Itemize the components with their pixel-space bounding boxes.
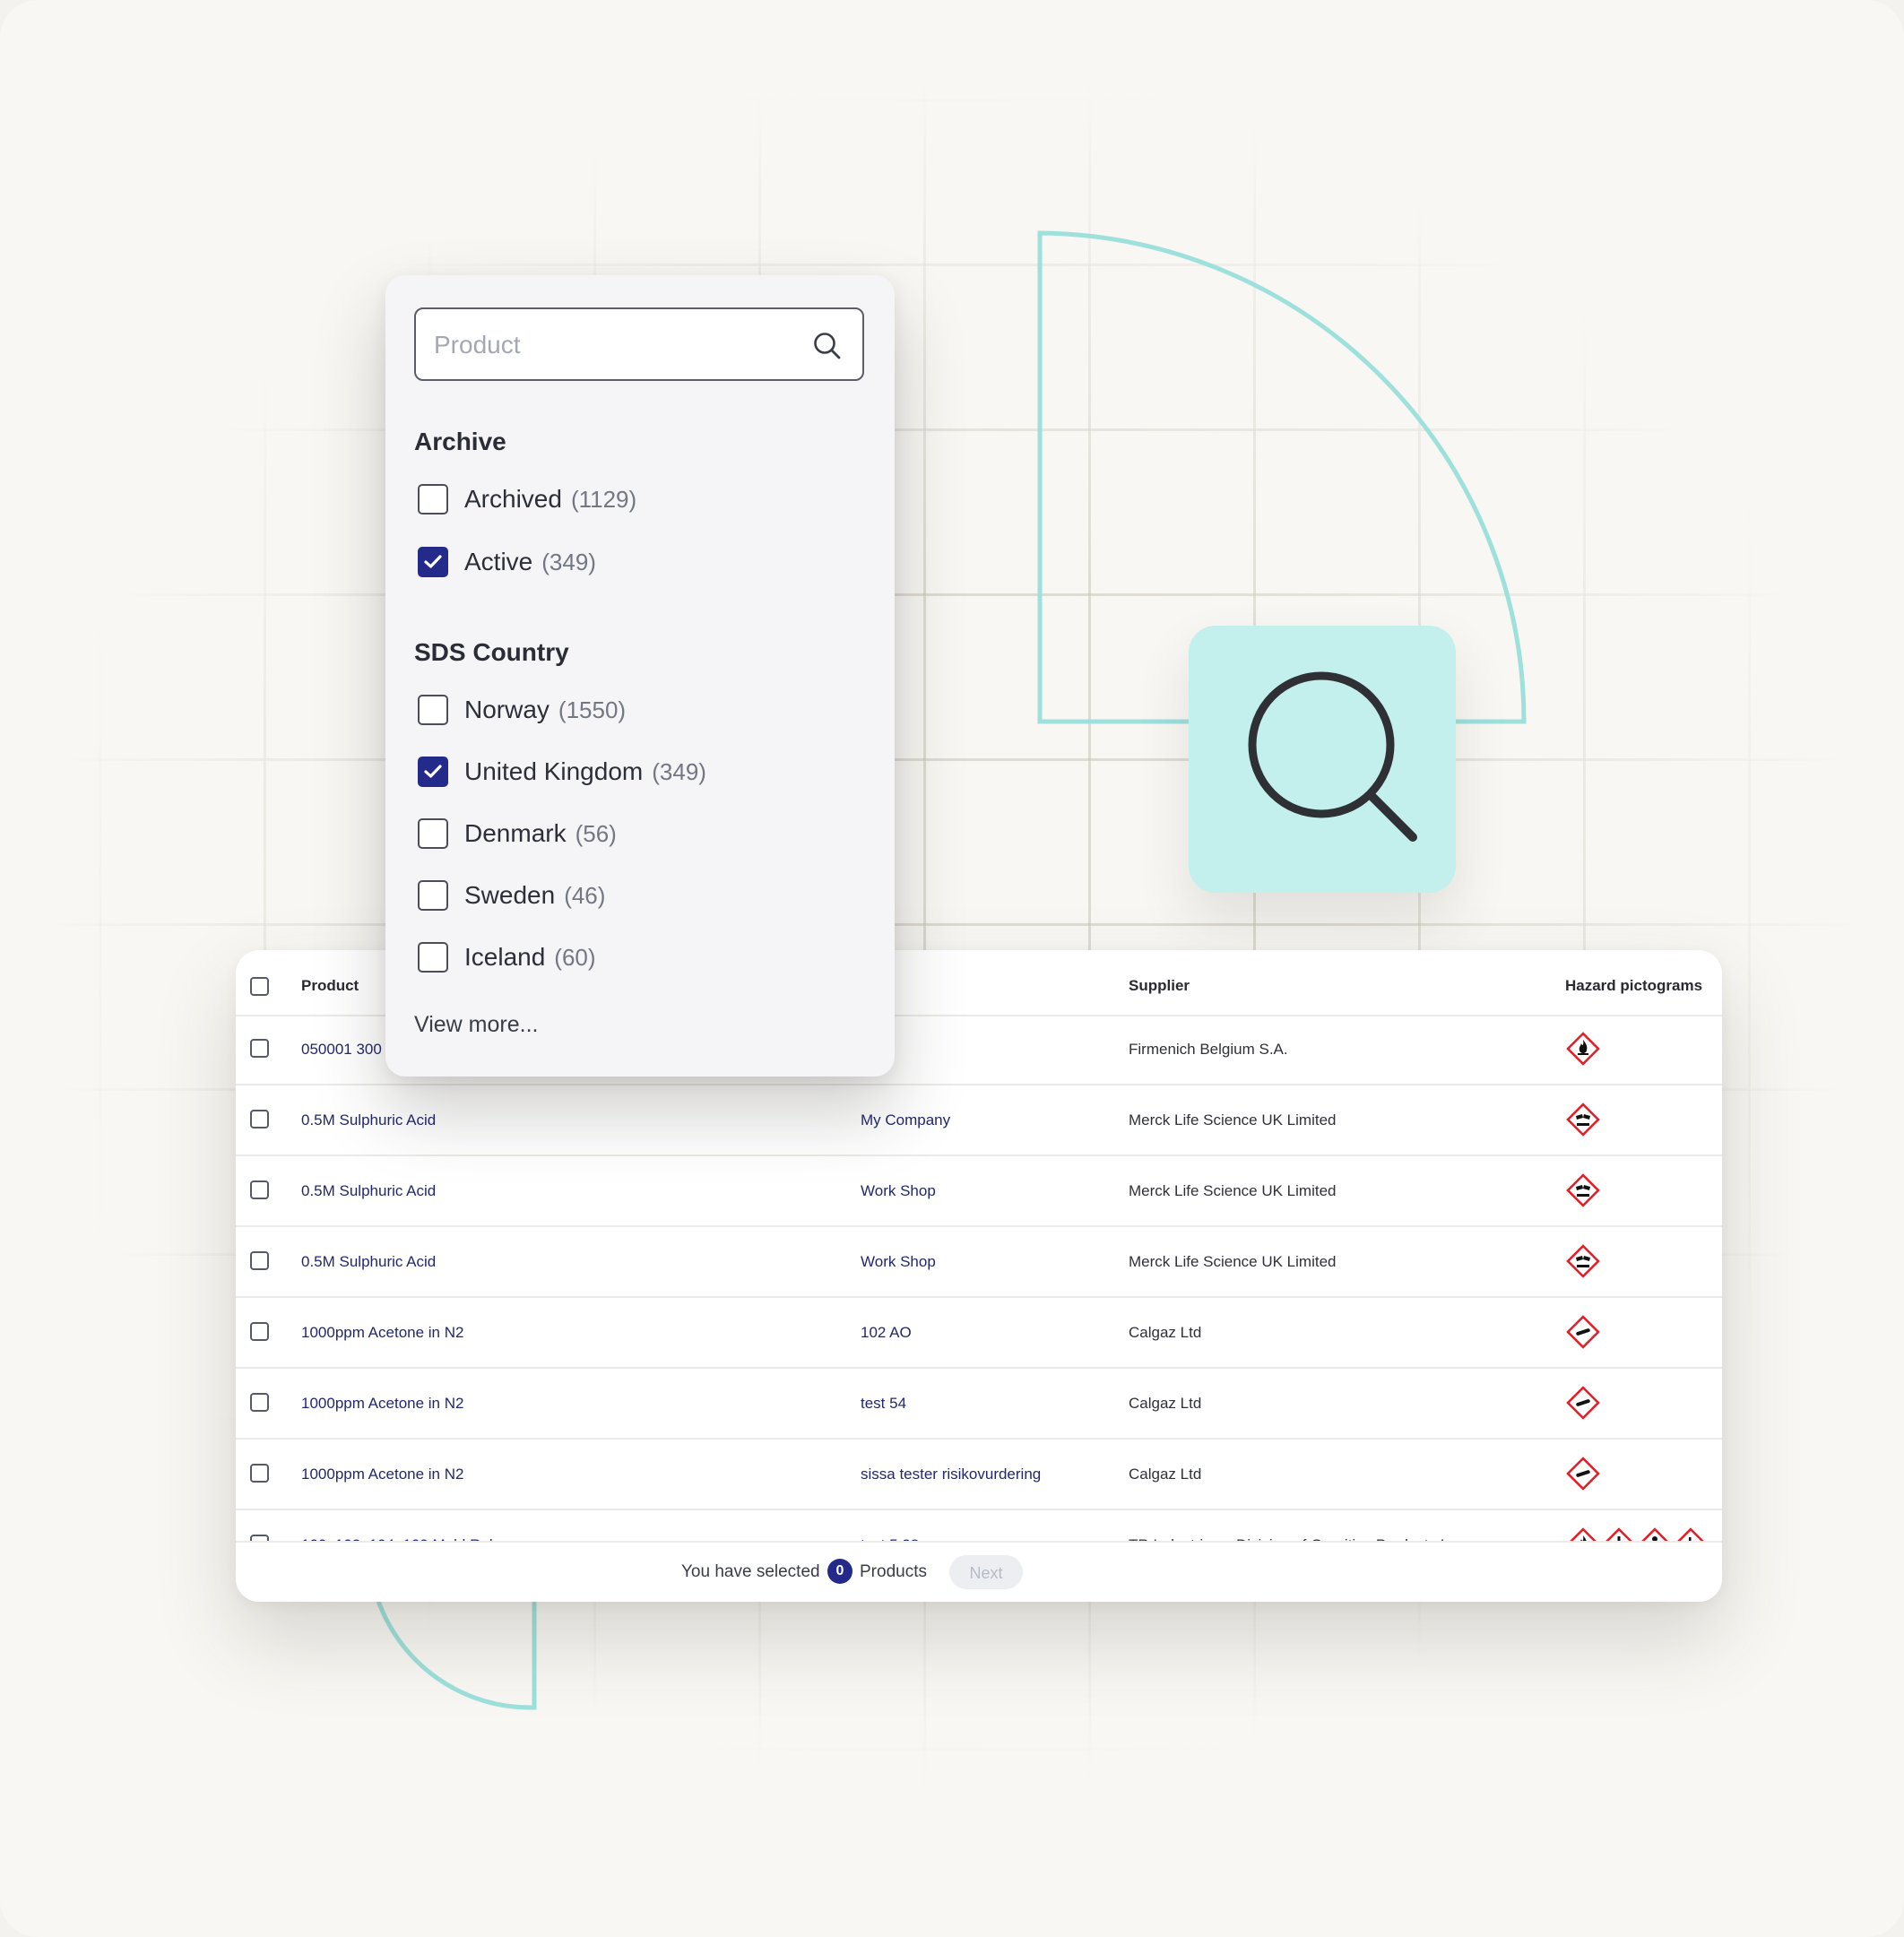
corrosive-pictogram-icon [1565, 1172, 1601, 1208]
filter-option-label: Sweden (46) [464, 878, 605, 913]
location-link[interactable]: My Company [861, 1085, 1112, 1154]
filter-option-name: Denmark [464, 819, 567, 847]
next-button[interactable]: Next [949, 1555, 1023, 1589]
filter-option-name: Active [464, 548, 533, 575]
product-name-link[interactable]: 0.5M Sulphuric Acid [301, 1085, 803, 1154]
corrosive-pictogram-icon [1565, 1102, 1601, 1137]
filter-option-label: Denmark (56) [464, 816, 617, 852]
filter-panel: Archive Archived (1129) Active (349) SDS Co… [385, 275, 895, 1077]
filter-checkbox[interactable] [418, 695, 448, 725]
filter-checkbox[interactable] [418, 484, 448, 515]
filter-option-label: Iceland (60) [464, 939, 596, 975]
magnifier-tile [1189, 626, 1456, 893]
table-row[interactable]: 0.5M Sulphuric Acid Work Shop Merck Life S… [236, 1227, 1722, 1298]
filter-checkbox[interactable] [418, 818, 448, 849]
column-header-product[interactable]: Product [301, 950, 359, 1015]
table-row[interactable]: 1000ppm Acetone in N2 test 54 Calgaz Ltd [236, 1369, 1722, 1440]
magnifier-icon [1248, 671, 1417, 842]
view-more-link[interactable]: View more... [414, 1012, 538, 1038]
archive-group-title: Archive [414, 428, 506, 455]
select-all-checkbox[interactable] [250, 977, 269, 996]
location-link[interactable]: sissa tester risikovurdering [861, 1440, 1112, 1509]
supplier-name: Firmenich Belgium S.A. [1129, 1041, 1288, 1058]
product-name-link[interactable]: 1000ppm Acetone in N2 [301, 1369, 803, 1438]
filter-checkbox[interactable] [418, 757, 448, 787]
location-link[interactable]: test 54 [861, 1369, 1112, 1438]
filter-option-name: Archived [464, 485, 562, 513]
filter-option-count: (46) [564, 882, 606, 909]
gas-cylinder-pictogram-icon [1565, 1385, 1601, 1421]
filter-checkbox[interactable] [418, 547, 448, 577]
location-link[interactable]: 5.28 [861, 1015, 1112, 1084]
filter-checkbox[interactable] [418, 942, 448, 973]
filter-option-name: United Kingdom [464, 757, 644, 785]
filter-option-count: (1550) [558, 696, 627, 723]
selection-footer: You have selected 0 Products Next [236, 1541, 1722, 1602]
gas-cylinder-pictogram-icon [1565, 1314, 1601, 1350]
product-name-link[interactable]: 0.5M Sulphuric Acid [301, 1156, 803, 1225]
selected-count-badge: 0 [827, 1559, 852, 1584]
supplier-name: Calgaz Ltd [1129, 1324, 1202, 1341]
row-checkbox[interactable] [250, 1039, 269, 1058]
checkmark-icon [424, 555, 442, 568]
row-checkbox[interactable] [250, 1322, 269, 1341]
row-checkbox[interactable] [250, 1180, 269, 1199]
gas-cylinder-pictogram-icon [1565, 1456, 1601, 1492]
filter-option-label: Archived (1129) [464, 481, 636, 517]
supplier-name: Calgaz Ltd [1129, 1395, 1202, 1412]
filter-option-count: (60) [554, 944, 596, 971]
filter-option-count: (1129) [570, 486, 637, 513]
product-search-input[interactable] [432, 309, 794, 381]
product-search [414, 307, 864, 381]
row-checkbox[interactable] [250, 1464, 269, 1483]
supplier-name: Merck Life Science UK Limited [1129, 1111, 1337, 1128]
filter-option-label: Active (349) [464, 544, 596, 580]
selection-prefix: You have selected [681, 1562, 820, 1581]
corrosive-pictogram-icon [1565, 1243, 1601, 1279]
column-header-supplier[interactable]: Supplier [1129, 950, 1190, 1015]
location-link[interactable]: 102 AO [861, 1298, 1112, 1367]
location-link[interactable]: Work Shop [861, 1156, 1112, 1225]
sds-country-group-title: SDS Country [414, 638, 569, 666]
supplier-name: Merck Life Science UK Limited [1129, 1253, 1337, 1270]
filter-checkbox[interactable] [418, 880, 448, 911]
selection-suffix: Products [860, 1562, 927, 1581]
table-row[interactable]: 1000ppm Acetone in N2 sissa tester risiko… [236, 1440, 1722, 1510]
row-checkbox[interactable] [250, 1393, 269, 1412]
filter-option-name: Norway [464, 696, 550, 723]
search-icon[interactable] [812, 331, 843, 361]
column-header-hazard-pictograms: Hazard pictograms [1565, 977, 1703, 994]
filter-option-label: Norway (1550) [464, 692, 626, 728]
filter-option-count: (56) [575, 820, 617, 847]
filter-option-name: Iceland [464, 943, 546, 971]
filter-option-count: (349) [652, 758, 706, 785]
row-checkbox[interactable] [250, 1110, 269, 1128]
checkmark-icon [424, 765, 442, 778]
supplier-name: Calgaz Ltd [1129, 1466, 1202, 1483]
flammable-pictogram-icon [1565, 1031, 1601, 1067]
table-row[interactable]: 0.5M Sulphuric Acid Work Shop Merck Life S… [236, 1156, 1722, 1227]
background-canvas: Product tion Supplier Hazard pictograms … [0, 0, 1904, 1937]
product-name-link[interactable]: 1000ppm Acetone in N2 [301, 1298, 803, 1367]
filter-option-label: United Kingdom (349) [464, 754, 706, 790]
table-row[interactable]: 1000ppm Acetone in N2 102 AO Calgaz Ltd [236, 1298, 1722, 1369]
filter-option-name: Sweden [464, 881, 556, 909]
table-body: 050001 3005.28Firmenich Belgium S.A.0.5M… [236, 1015, 1722, 1593]
location-link[interactable]: Work Shop [861, 1227, 1112, 1296]
filter-option-count: (349) [541, 549, 596, 575]
table-row[interactable]: 0.5M Sulphuric Acid My Company Merck Life … [236, 1085, 1722, 1156]
supplier-name: Merck Life Science UK Limited [1129, 1182, 1337, 1199]
product-name-link[interactable]: 1000ppm Acetone in N2 [301, 1440, 803, 1509]
row-checkbox[interactable] [250, 1251, 269, 1270]
product-name-link[interactable]: 0.5M Sulphuric Acid [301, 1227, 803, 1296]
